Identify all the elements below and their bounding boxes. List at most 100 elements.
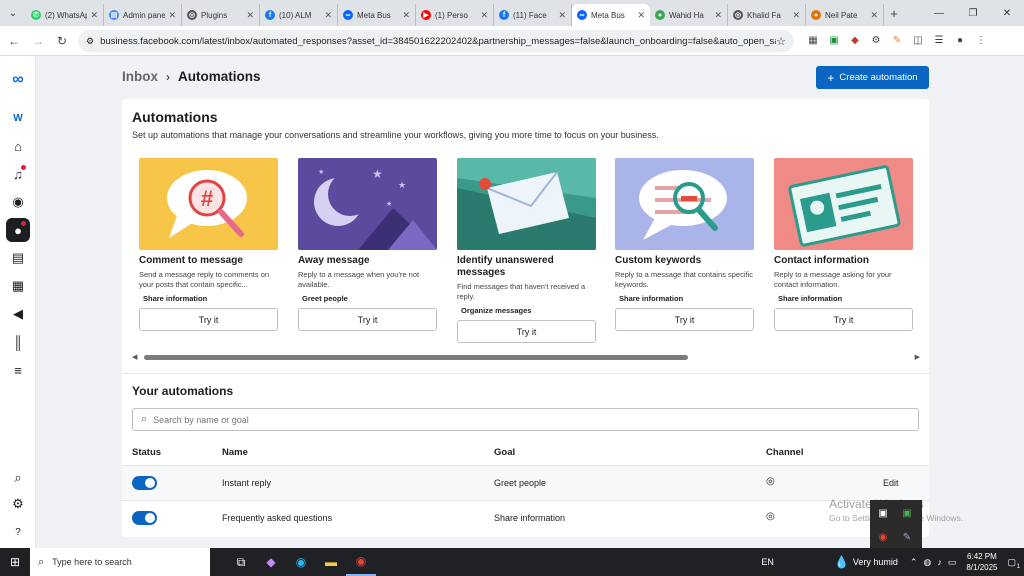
browser-tab[interactable]: ● Neil Pate ✕	[806, 4, 884, 26]
ads-icon[interactable]: ◀	[6, 302, 30, 326]
try-it-button[interactable]: Try it	[298, 308, 437, 331]
tab-close-icon[interactable]: ✕	[870, 10, 878, 21]
tab-close-icon[interactable]: ✕	[637, 10, 645, 21]
extension-icon[interactable]: ▣	[826, 31, 842, 49]
automation-search[interactable]: ⌕	[132, 408, 919, 431]
site-info-icon[interactable]: ⚙	[86, 36, 94, 47]
tab-close-icon[interactable]: ✕	[558, 10, 566, 21]
windows-start-icon[interactable]: ⊞	[0, 548, 30, 576]
window-controls: — ❐ ✕	[922, 0, 1024, 26]
extension-icon[interactable]: ✎	[889, 31, 905, 49]
scroll-right-icon[interactable]: ▶	[915, 353, 920, 361]
tab-close-icon[interactable]: ✕	[246, 10, 254, 21]
browser-tab[interactable]: ◎ Plugins ✕	[182, 4, 260, 26]
settings-icon[interactable]: ⚙	[6, 492, 30, 516]
battery-icon[interactable]: ▭	[948, 557, 957, 568]
browser-tab[interactable]: ▤ Admin panel ✕	[104, 4, 182, 26]
status-toggle[interactable]	[132, 511, 157, 525]
try-it-button[interactable]: Try it	[457, 320, 596, 343]
column-header-status[interactable]: Status	[132, 447, 161, 458]
network-icon[interactable]: ◍	[923, 557, 931, 568]
business-avatar[interactable]: W	[6, 106, 30, 130]
tab-search-button[interactable]: ⌄	[0, 0, 26, 26]
tab-close-icon[interactable]: ✕	[324, 10, 332, 21]
column-header-channel[interactable]: Channel	[766, 447, 803, 458]
copilot-icon[interactable]: ◆	[256, 548, 286, 576]
new-tab-button[interactable]: +	[884, 6, 904, 21]
browser-tab[interactable]: ◎ Khalid Fa ✕	[728, 4, 806, 26]
url-field[interactable]: ⚙ business.facebook.com/latest/inbox/aut…	[78, 30, 794, 52]
browser-tab[interactable]: ∞ Meta Bus ✕	[338, 4, 416, 26]
table-row[interactable]: Frequently asked questions Share informa…	[122, 500, 929, 535]
table-row[interactable]: Instant reply Greet people ◎ Edit	[122, 465, 929, 500]
tab-close-icon[interactable]: ✕	[714, 10, 722, 21]
reload-icon[interactable]: ↻	[50, 29, 74, 53]
tray-app-icon[interactable]: ▣	[876, 506, 890, 520]
tab-close-icon[interactable]: ✕	[90, 10, 98, 21]
home-icon[interactable]: ⌂	[6, 134, 30, 158]
meta-logo-icon[interactable]: ∞	[6, 68, 30, 92]
profile-avatar[interactable]: ●	[952, 31, 968, 49]
search-icon[interactable]: ⌕	[6, 466, 30, 490]
forward-icon[interactable]: →	[26, 29, 50, 53]
insights-icon[interactable]: ║	[6, 330, 30, 354]
create-automation-button[interactable]: + Create automation	[816, 66, 929, 89]
weather-text[interactable]: Very humid	[853, 557, 898, 567]
task-view-icon[interactable]: ⧉	[226, 548, 256, 576]
bookmark-star-icon[interactable]: ☆	[776, 35, 786, 48]
edit-link[interactable]: Edit	[883, 478, 899, 488]
search-input[interactable]	[153, 414, 854, 425]
browser-tab[interactable]: ✆ (2) WhatsApp✕	[26, 4, 104, 26]
tray-app-icon[interactable]: ✎	[900, 530, 914, 544]
try-it-button[interactable]: Try it	[615, 308, 754, 331]
volume-icon[interactable]: ♪	[937, 557, 942, 567]
notifications-icon[interactable]: ♫	[6, 162, 30, 186]
content-icon[interactable]: ▤	[6, 246, 30, 270]
extensions-puzzle-icon[interactable]: ◫	[910, 31, 926, 49]
language-indicator[interactable]: EN	[761, 557, 774, 567]
help-icon[interactable]: ?	[6, 520, 30, 544]
tab-close-icon[interactable]: ✕	[480, 10, 488, 21]
inbox-icon[interactable]: ●	[6, 218, 30, 242]
column-header-goal[interactable]: Goal	[494, 447, 515, 458]
browser-tab[interactable]: ▶ (1) Perso ✕	[416, 4, 494, 26]
try-it-button[interactable]: Try it	[139, 308, 278, 331]
scrollbar-thumb[interactable]	[144, 355, 688, 360]
reading-list-icon[interactable]: ☰	[931, 31, 947, 49]
status-toggle[interactable]	[132, 476, 157, 490]
browser-tab[interactable]: f (10) ALM ✕	[260, 4, 338, 26]
column-header-name[interactable]: Name	[222, 447, 248, 458]
edge-icon[interactable]: ◉	[286, 548, 316, 576]
chrome-icon[interactable]: ◉	[346, 548, 376, 576]
tray-app-icon[interactable]: ▣	[900, 506, 914, 520]
planner-icon[interactable]: ▦	[6, 274, 30, 298]
browser-tab[interactable]: ● Wahid Ha ✕	[650, 4, 728, 26]
scroll-left-icon[interactable]: ◀	[132, 353, 137, 361]
all-tools-icon[interactable]: ≡	[6, 358, 30, 382]
browser-menu-icon[interactable]: ⋮	[973, 31, 989, 49]
table-header: Status Name Goal Channel	[122, 441, 929, 463]
extension-icon[interactable]: ◆	[847, 31, 863, 49]
tab-close-icon[interactable]: ✕	[168, 10, 176, 21]
browser-tab[interactable]: ∞ Meta Bus ✕	[572, 4, 650, 26]
tab-close-icon[interactable]: ✕	[792, 10, 800, 21]
back-icon[interactable]: ←	[2, 29, 26, 53]
file-explorer-icon[interactable]: ▬	[316, 548, 346, 576]
browser-tab[interactable]: f (11) Face ✕	[494, 4, 572, 26]
breadcrumb-inbox[interactable]: Inbox	[122, 69, 158, 84]
templates-scrollbar[interactable]: ◀ ▶	[132, 353, 920, 361]
try-it-button[interactable]: Try it	[774, 308, 913, 331]
compass-icon[interactable]: ◉	[6, 190, 30, 214]
windows-taskbar: ⊞ ⌕ Type here to search ⧉ ◆ ◉ ▬ ◉ EN 💧 V…	[0, 548, 1024, 576]
minimize-button[interactable]: —	[922, 0, 956, 26]
extension-icon[interactable]: ⚙	[868, 31, 884, 49]
tray-chevron-icon[interactable]: ⌃	[910, 557, 918, 568]
clock[interactable]: 6:42 PM 8/1/2025	[966, 551, 997, 573]
notification-center-icon[interactable]: ▢ 1	[1007, 557, 1020, 570]
chrome-tray-icon[interactable]: ◉	[876, 530, 890, 544]
tab-close-icon[interactable]: ✕	[402, 10, 410, 21]
extension-icon[interactable]: ▦	[805, 31, 821, 49]
close-window-button[interactable]: ✕	[990, 0, 1024, 26]
taskbar-search[interactable]: ⌕ Type here to search	[30, 548, 210, 576]
restore-button[interactable]: ❐	[956, 0, 990, 26]
